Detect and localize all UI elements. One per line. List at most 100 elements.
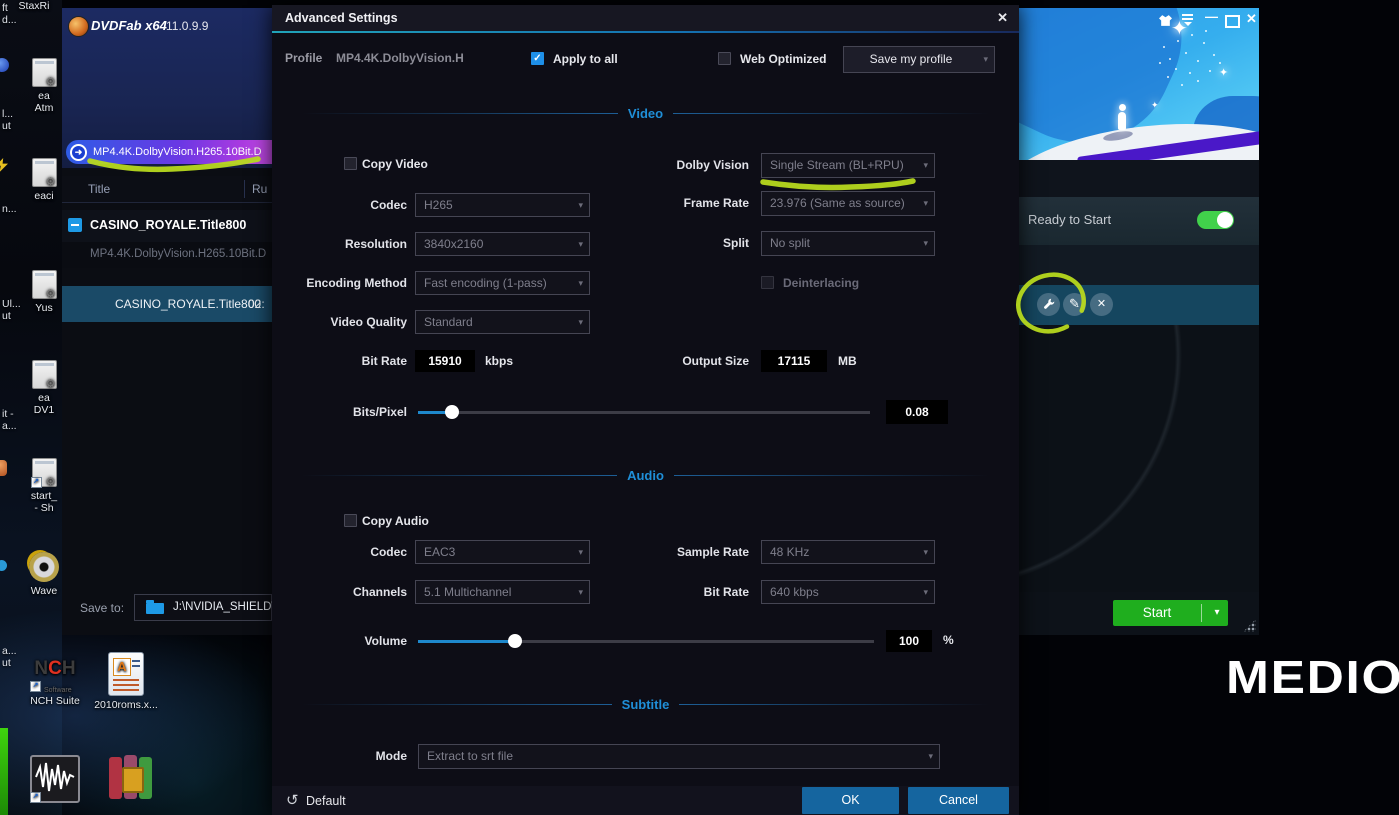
audio-bitrate-select[interactable]: 640 kbps▾ bbox=[761, 580, 935, 604]
video-codec-select[interactable]: H265▾ bbox=[415, 193, 590, 217]
maximize-icon[interactable] bbox=[1225, 15, 1240, 28]
close-icon[interactable]: ✕ bbox=[997, 10, 1008, 26]
codec-label: Codec bbox=[272, 193, 407, 217]
start-button[interactable]: Start ▾ bbox=[1113, 600, 1228, 626]
winrar-books-icon bbox=[108, 755, 154, 801]
subtitle-section-header: Subtitle bbox=[272, 696, 1019, 712]
bits-pixel-slider[interactable] bbox=[418, 405, 870, 419]
video-quality-select[interactable]: Standard▾ bbox=[415, 310, 590, 334]
output-size-input[interactable]: 17115 bbox=[761, 350, 827, 372]
selected-title-row[interactable]: CASINO_ROYALE.Title800 02: bbox=[62, 286, 272, 322]
save-to-bar: Save to: J:\NVIDIA_SHIELDW bbox=[62, 588, 272, 628]
edit-pencil-button[interactable]: ✎ bbox=[1063, 293, 1086, 316]
selected-task-actions-row[interactable]: ✎ ✕ bbox=[1019, 285, 1259, 325]
titlebar-accent-line bbox=[272, 31, 1019, 33]
ready-row: Ready to Start bbox=[1019, 197, 1259, 245]
audio-section-header: Audio bbox=[272, 467, 1019, 483]
desktop-icon-stub[interactable] bbox=[0, 460, 7, 476]
audio-bitrate-label: Bit Rate bbox=[592, 580, 749, 604]
enable-toggle[interactable] bbox=[1197, 211, 1234, 229]
chevron-down-icon: ▾ bbox=[578, 233, 583, 255]
deinterlacing-checkbox[interactable] bbox=[761, 276, 774, 289]
batch-file-icon: ⚙↗ bbox=[32, 458, 57, 487]
save-my-profile-button[interactable]: Save my profile ▾ bbox=[843, 46, 995, 73]
copy-video-label: Copy Video bbox=[362, 157, 428, 171]
desktop-icon-ea-atm[interactable]: ⚙ ea Atm bbox=[22, 58, 66, 114]
chevron-down-icon: ▾ bbox=[578, 194, 583, 216]
spacer-row bbox=[1019, 245, 1259, 285]
resolution-label: Resolution bbox=[272, 232, 407, 256]
desktop-icon-yus[interactable]: ⚙ Yus bbox=[22, 270, 66, 314]
volume-unit: % bbox=[943, 633, 954, 647]
web-optimized-label: Web Optimized bbox=[740, 52, 826, 66]
apply-to-all-label: Apply to all bbox=[553, 52, 618, 66]
artwork-person bbox=[1117, 104, 1127, 132]
resolution-select[interactable]: 3840x2160▾ bbox=[415, 232, 590, 256]
cancel-button[interactable]: Cancel bbox=[908, 787, 1009, 814]
chevron-down-icon: ▾ bbox=[578, 311, 583, 333]
save-to-path-box[interactable]: J:\NVIDIA_SHIELDW bbox=[134, 594, 272, 621]
desktop-icon-2010roms[interactable]: A 2010roms.x... bbox=[95, 652, 157, 711]
group-checkbox-indeterminate[interactable] bbox=[68, 218, 82, 232]
volume-slider[interactable] bbox=[418, 634, 874, 648]
volume-value[interactable]: 100 bbox=[886, 630, 932, 652]
copy-video-checkbox[interactable] bbox=[344, 157, 357, 170]
desktop-icon-staxrip[interactable]: StaxRi bbox=[10, 0, 58, 12]
web-optimized-checkbox[interactable] bbox=[718, 52, 731, 65]
sample-rate-select[interactable]: 48 KHz▾ bbox=[761, 540, 935, 564]
encoding-method-select[interactable]: Fast encoding (1-pass)▾ bbox=[415, 271, 590, 295]
subtitle-mode-select[interactable]: Extract to srt file▾ bbox=[418, 744, 940, 769]
column-title[interactable]: Title bbox=[88, 182, 110, 196]
list-header: Title Ru bbox=[62, 176, 272, 203]
sparkle-icon: ✦ bbox=[1219, 66, 1228, 79]
close-icon[interactable]: ✕ bbox=[1246, 11, 1257, 27]
menu-icon[interactable] bbox=[1182, 12, 1193, 26]
disc-icon bbox=[29, 552, 59, 582]
video-bitrate-input[interactable]: 15910 bbox=[415, 350, 475, 372]
chevron-down-icon: ▾ bbox=[923, 192, 928, 214]
group-profile-label: MP4.4K.DolbyVision.H265.10Bit.D bbox=[90, 248, 266, 260]
reset-undo-icon[interactable]: ↺ bbox=[286, 791, 299, 809]
apply-to-all-checkbox[interactable]: ✓ bbox=[531, 52, 544, 65]
audio-codec-select[interactable]: EAC3▾ bbox=[415, 540, 590, 564]
copy-audio-checkbox[interactable] bbox=[344, 514, 357, 527]
remove-x-button[interactable]: ✕ bbox=[1090, 293, 1113, 316]
bits-pixel-value[interactable]: 0.08 bbox=[886, 400, 948, 424]
video-quality-label: Video Quality bbox=[272, 310, 407, 334]
desktop-icon-wave[interactable]: Wave bbox=[22, 552, 66, 597]
channels-select[interactable]: 5.1 Multichannel▾ bbox=[415, 580, 590, 604]
chevron-down-icon[interactable]: ▾ bbox=[1206, 600, 1228, 625]
advanced-settings-wrench-button[interactable] bbox=[1037, 293, 1060, 316]
desktop-cut-label: Ul... ut bbox=[2, 298, 21, 322]
bits-pixel-label: Bits/Pixel bbox=[272, 405, 407, 419]
desktop-icon-eaci[interactable]: ⚙ eaci bbox=[22, 158, 66, 202]
desktop-icon-ea-dv1[interactable]: ⚙ ea DV1 bbox=[22, 360, 66, 416]
split-select[interactable]: No split▾ bbox=[761, 231, 935, 256]
column-runtime[interactable]: Ru bbox=[252, 182, 267, 196]
title-group-row[interactable]: CASINO_ROYALE.Title800 bbox=[62, 210, 272, 242]
frame-rate-select[interactable]: 23.976 (Same as source)▾ bbox=[761, 191, 935, 216]
desktop-cut-label: l... ut bbox=[2, 108, 13, 132]
desktop-cut-label: it - a... bbox=[2, 408, 17, 432]
slider-track[interactable] bbox=[418, 411, 870, 414]
default-button[interactable]: Default bbox=[306, 794, 346, 808]
chevron-down-icon: ▾ bbox=[923, 581, 928, 603]
waveform-icon: ↗ bbox=[30, 755, 80, 803]
desktop-icon-wavepad[interactable]: ↗ bbox=[30, 755, 80, 803]
batch-file-icon: ⚙ bbox=[32, 58, 57, 87]
profile-pill-button[interactable]: ➜ MP4.4K.DolbyVision.H265.10Bit.D bbox=[66, 140, 272, 164]
ok-button[interactable]: OK bbox=[802, 787, 899, 814]
desktop-icon-nch-suite[interactable]: NCH Software ↗ NCH Suite bbox=[26, 656, 84, 707]
resize-grip[interactable] bbox=[1243, 619, 1256, 632]
bits-pixel-slider-thumb[interactable] bbox=[445, 405, 459, 419]
desktop-icon-start-shortcut[interactable]: ⚙↗ start_ - Sh bbox=[22, 458, 66, 514]
volume-slider-thumb[interactable] bbox=[508, 634, 522, 648]
video-section-header: Video bbox=[272, 105, 1019, 121]
desktop-icon-winrar[interactable] bbox=[105, 755, 157, 801]
artwork-brain-constellation bbox=[1169, 58, 1171, 60]
theme-icon[interactable] bbox=[1159, 13, 1172, 31]
ready-status-text: Ready to Start bbox=[1028, 212, 1111, 227]
subtitle-section-title: Subtitle bbox=[622, 697, 670, 712]
dolby-vision-select[interactable]: Single Stream (BL+RPU)▾ bbox=[761, 153, 935, 178]
minimize-icon[interactable]: — bbox=[1205, 9, 1218, 24]
